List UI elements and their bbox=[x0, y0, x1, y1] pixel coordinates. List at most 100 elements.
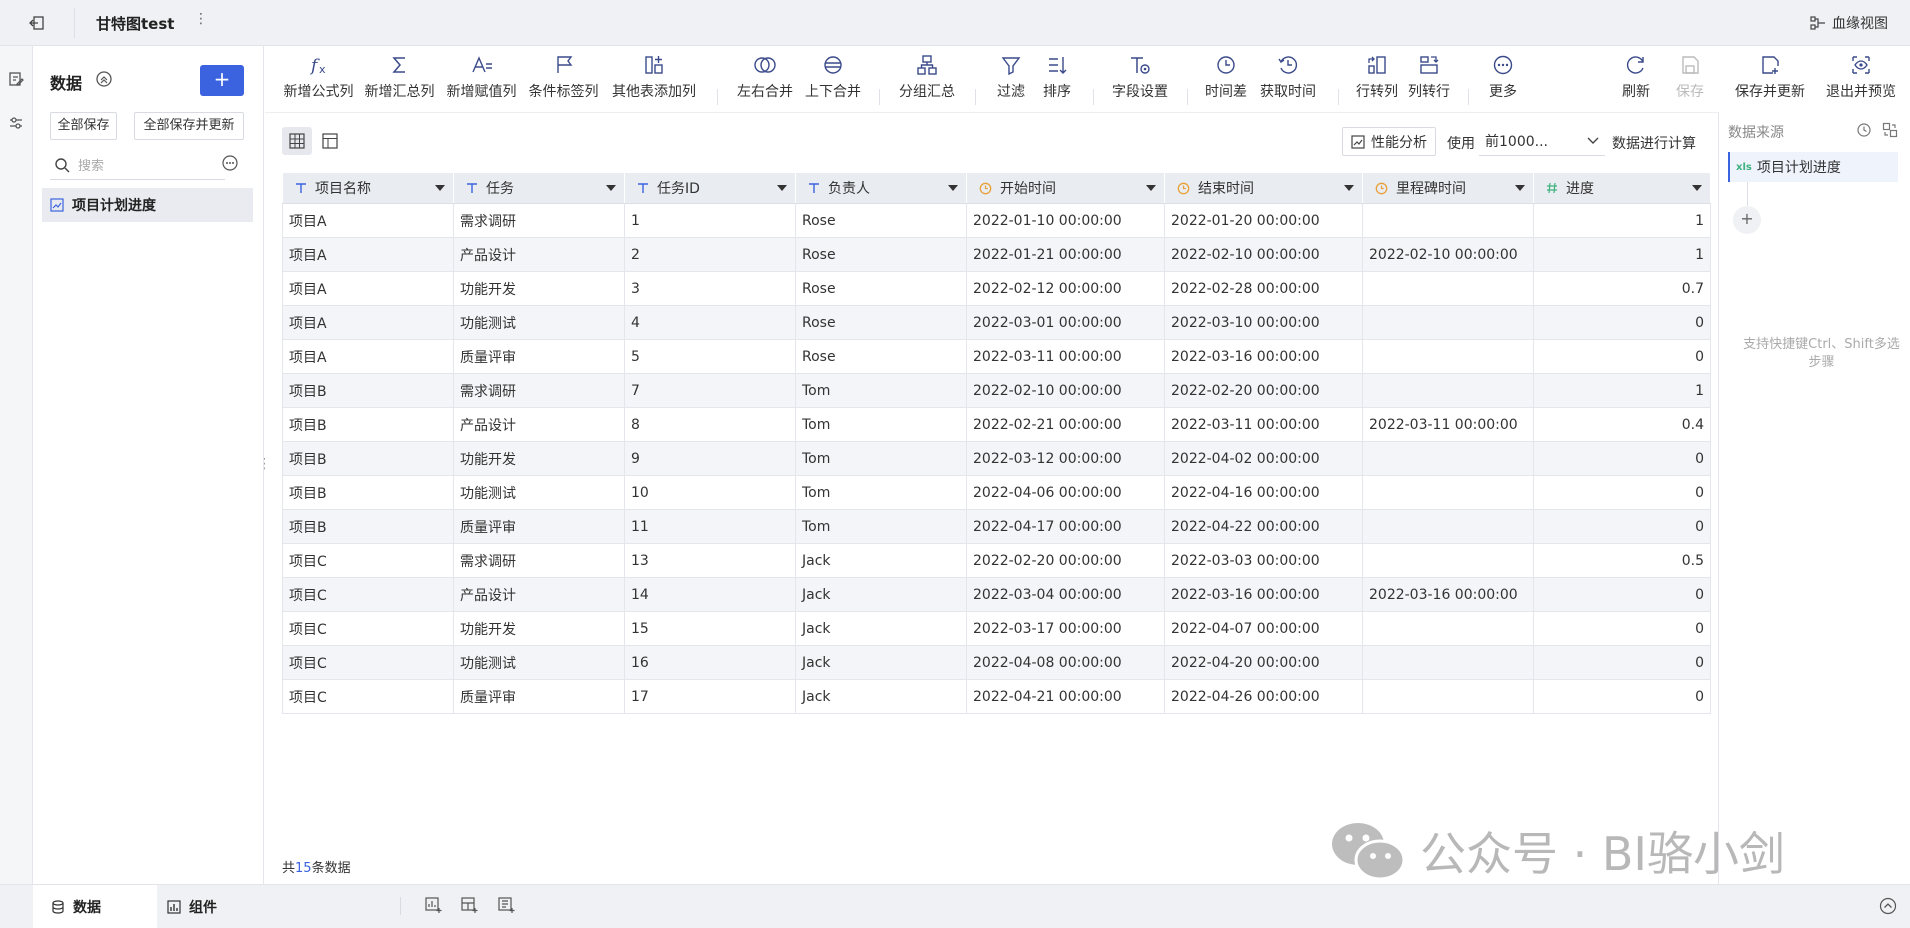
table-cell[interactable]: 项目C bbox=[282, 543, 454, 578]
table-cell[interactable]: 0 bbox=[1533, 577, 1711, 612]
history-icon[interactable] bbox=[1856, 122, 1872, 142]
table-cell[interactable]: 项目B bbox=[282, 475, 454, 510]
table-cell[interactable]: 功能开发 bbox=[453, 611, 625, 646]
save-button[interactable]: 保存 bbox=[1670, 52, 1710, 101]
table-cell[interactable]: 2022-03-04 00:00:00 bbox=[966, 577, 1165, 612]
table-cell[interactable]: 3 bbox=[624, 271, 796, 306]
table-cell[interactable] bbox=[1362, 543, 1534, 578]
table-cell[interactable]: 2022-04-20 00:00:00 bbox=[1164, 645, 1363, 680]
table-cell[interactable]: 0 bbox=[1533, 509, 1711, 544]
table-cell[interactable]: 项目B bbox=[282, 407, 454, 442]
column-header[interactable]: 开始时间 bbox=[966, 172, 1165, 204]
table-cell[interactable]: 13 bbox=[624, 543, 796, 578]
table-cell[interactable]: 功能测试 bbox=[453, 645, 625, 680]
table-cell[interactable]: 2022-02-28 00:00:00 bbox=[1164, 271, 1363, 306]
table-cell[interactable]: 1 bbox=[624, 203, 796, 238]
schema-view-icon[interactable] bbox=[315, 127, 345, 155]
filter-button[interactable]: 过滤 bbox=[991, 52, 1031, 101]
table-cell[interactable]: Rose bbox=[795, 339, 967, 374]
table-cell[interactable] bbox=[1362, 441, 1534, 476]
table-cell[interactable]: 0.5 bbox=[1533, 543, 1711, 578]
table-cell[interactable]: 功能开发 bbox=[453, 271, 625, 306]
sort-dropdown-icon[interactable] bbox=[1515, 185, 1525, 191]
table-cell[interactable]: Rose bbox=[795, 203, 967, 238]
group-summary-button[interactable]: 分组汇总 bbox=[897, 52, 957, 101]
table-cell[interactable]: 2022-04-06 00:00:00 bbox=[966, 475, 1165, 510]
table-cell[interactable]: 2022-03-17 00:00:00 bbox=[966, 611, 1165, 646]
table-cell[interactable]: 2022-04-02 00:00:00 bbox=[1164, 441, 1363, 476]
sort-dropdown-icon[interactable] bbox=[1146, 185, 1156, 191]
column-header[interactable]: 进度 bbox=[1533, 172, 1711, 204]
table-cell[interactable]: Jack bbox=[795, 645, 967, 680]
table-cell[interactable]: 0 bbox=[1533, 475, 1711, 510]
table-cell[interactable]: 2022-03-16 00:00:00 bbox=[1164, 339, 1363, 374]
table-cell[interactable]: 产品设计 bbox=[453, 237, 625, 272]
table-cell[interactable]: Jack bbox=[795, 543, 967, 578]
table-cell[interactable] bbox=[1362, 271, 1534, 306]
table-cell[interactable] bbox=[1362, 509, 1534, 544]
table-cell[interactable]: 项目C bbox=[282, 645, 454, 680]
table-cell[interactable]: 项目C bbox=[282, 577, 454, 612]
table-cell[interactable]: 2022-02-21 00:00:00 bbox=[966, 407, 1165, 442]
settings-sliders-icon[interactable] bbox=[5, 112, 27, 134]
field-settings-button[interactable]: 字段设置 bbox=[1110, 52, 1170, 101]
table-cell[interactable]: Rose bbox=[795, 305, 967, 340]
table-cell[interactable]: Rose bbox=[795, 237, 967, 272]
column-header[interactable]: 任务 bbox=[453, 172, 625, 204]
sort-dropdown-icon[interactable] bbox=[948, 185, 958, 191]
more-button[interactable]: 更多 bbox=[1483, 52, 1523, 101]
table-cell[interactable]: 2022-01-10 00:00:00 bbox=[966, 203, 1165, 238]
table-cell[interactable]: 2022-03-11 00:00:00 bbox=[1362, 407, 1534, 442]
table-cell[interactable]: 项目A bbox=[282, 271, 454, 306]
table-cell[interactable]: 4 bbox=[624, 305, 796, 340]
table-cell[interactable]: 0 bbox=[1533, 339, 1711, 374]
table-cell[interactable]: 2022-04-07 00:00:00 bbox=[1164, 611, 1363, 646]
expand-up-icon[interactable] bbox=[1878, 896, 1898, 920]
column-header[interactable]: 负责人 bbox=[795, 172, 967, 204]
table-cell[interactable]: 2022-02-20 00:00:00 bbox=[1164, 373, 1363, 408]
table-cell[interactable]: 2022-03-01 00:00:00 bbox=[966, 305, 1165, 340]
column-header[interactable]: 结束时间 bbox=[1164, 172, 1363, 204]
table-cell[interactable]: 需求调研 bbox=[453, 373, 625, 408]
table-cell[interactable]: Rose bbox=[795, 271, 967, 306]
table-cell[interactable]: 7 bbox=[624, 373, 796, 408]
table-cell[interactable]: 质量评审 bbox=[453, 679, 625, 714]
add-summary-column-button[interactable]: 新增汇总列 bbox=[363, 52, 436, 101]
table-cell[interactable]: 2022-04-17 00:00:00 bbox=[966, 509, 1165, 544]
add-formula-column-button[interactable]: fx 新增公式列 bbox=[282, 52, 355, 101]
table-cell[interactable]: Tom bbox=[795, 407, 967, 442]
table-cell[interactable]: 需求调研 bbox=[453, 203, 625, 238]
table-cell[interactable]: 项目C bbox=[282, 611, 454, 646]
table-cell[interactable]: 产品设计 bbox=[453, 407, 625, 442]
add-chart-icon[interactable] bbox=[424, 896, 442, 918]
save-all-update-button[interactable]: 全部保存并更新 bbox=[134, 112, 244, 140]
table-cell[interactable]: 0 bbox=[1533, 679, 1711, 714]
row-limit-select[interactable]: 前1000... bbox=[1479, 127, 1605, 156]
table-cell[interactable]: 项目B bbox=[282, 441, 454, 476]
sort-dropdown-icon[interactable] bbox=[1344, 185, 1354, 191]
row-to-column-button[interactable]: 行转列 bbox=[1353, 52, 1401, 101]
table-cell[interactable]: 2022-02-12 00:00:00 bbox=[966, 271, 1165, 306]
table-cell[interactable]: 项目A bbox=[282, 237, 454, 272]
tab-data[interactable]: 数据 bbox=[33, 885, 157, 928]
table-cell[interactable]: 2022-04-08 00:00:00 bbox=[966, 645, 1165, 680]
refresh-button[interactable]: 刷新 bbox=[1616, 52, 1656, 101]
time-diff-button[interactable]: 时间差 bbox=[1202, 52, 1250, 101]
table-cell[interactable]: 16 bbox=[624, 645, 796, 680]
table-cell[interactable]: 功能测试 bbox=[453, 475, 625, 510]
step-data-source[interactable]: xls 项目计划进度 bbox=[1728, 152, 1898, 182]
table-cell[interactable]: 2022-03-16 00:00:00 bbox=[1164, 577, 1363, 612]
table-cell[interactable]: 0.4 bbox=[1533, 407, 1711, 442]
column-header[interactable]: 任务ID bbox=[624, 172, 796, 204]
table-cell[interactable] bbox=[1362, 373, 1534, 408]
sort-dropdown-icon[interactable] bbox=[606, 185, 616, 191]
table-cell[interactable]: 11 bbox=[624, 509, 796, 544]
table-cell[interactable]: 10 bbox=[624, 475, 796, 510]
table-cell[interactable]: 2022-02-20 00:00:00 bbox=[966, 543, 1165, 578]
add-condition-column-button[interactable]: 条件标签列 bbox=[527, 52, 600, 101]
table-cell[interactable]: Tom bbox=[795, 373, 967, 408]
table-cell[interactable]: 9 bbox=[624, 441, 796, 476]
table-cell[interactable]: 2022-03-12 00:00:00 bbox=[966, 441, 1165, 476]
column-to-row-button[interactable]: 列转行 bbox=[1405, 52, 1453, 101]
table-cell[interactable]: 2 bbox=[624, 237, 796, 272]
